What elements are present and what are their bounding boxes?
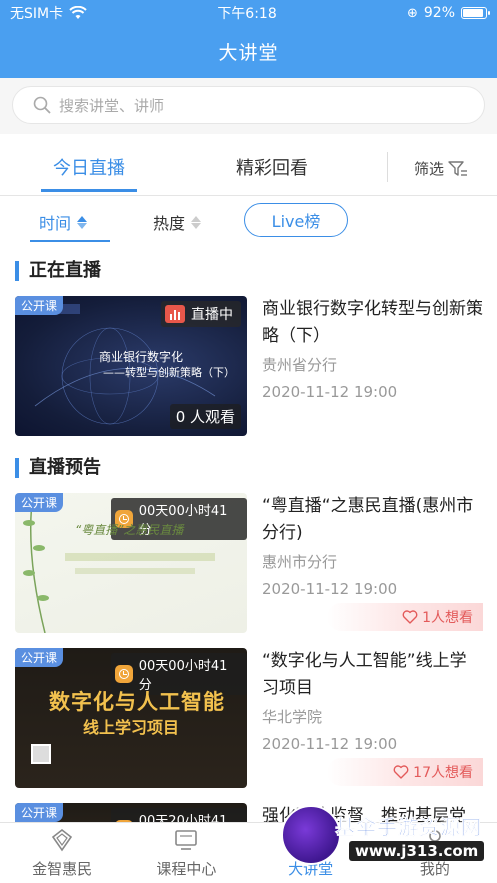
open-course-tag: 公开课 <box>15 803 64 822</box>
search-input[interactable]: 搜索讲堂、讲师 <box>12 86 485 124</box>
section-title-preview: 直播预告 <box>15 458 101 478</box>
tab-replay[interactable]: 精彩回看 <box>236 154 308 180</box>
filter-icon <box>448 160 468 176</box>
thumb-title: “粤直播”之惠民直播 <box>75 523 184 537</box>
wifi-icon <box>69 6 87 20</box>
open-course-tag: 公开课 <box>15 648 64 667</box>
clock-text: 下午6:18 <box>217 6 277 22</box>
tabbar-item-courses[interactable]: 课程中心 <box>124 823 248 883</box>
heart-icon <box>402 610 418 624</box>
sort-bar: 时间 热度 Live榜 <box>0 196 497 258</box>
card-time: 2020-11-12 19:00 <box>262 383 398 401</box>
tab-divider <box>387 152 388 182</box>
live-card-info: 商业银行数字化转型与创新策略（下） 贵州省分行 2020-11-12 19:00 <box>262 296 483 401</box>
viewer-count: 0 人观看 <box>169 404 241 429</box>
monitor-icon <box>172 827 200 853</box>
sort-time-label: 时间 <box>39 214 72 233</box>
tabbar-item-home[interactable]: 金智惠民 <box>0 823 124 883</box>
card-title[interactable]: “粤直播“之惠民直播(惠州市分行) <box>262 493 483 547</box>
sort-arrows-icon <box>191 215 202 229</box>
watermark-text: 基伞手游资源网 <box>335 815 482 840</box>
preview-thumbnail[interactable]: 公开课 00天00小时41分 数字化与人工智能 线上学习项目 <box>15 648 247 788</box>
heart-icon <box>393 765 409 779</box>
preview-card-info: “粤直播“之惠民直播(惠州市分行) 惠州市分行 2020-11-12 19:00 <box>262 493 483 598</box>
tab-today-live[interactable]: 今日直播 <box>41 154 137 192</box>
open-course-tag: 公开课 <box>15 493 64 512</box>
sort-underline <box>30 240 110 242</box>
search-area: 搜索讲堂、讲师 <box>0 78 497 134</box>
watermark-logo-icon <box>281 805 341 865</box>
card-org: 华北学院 <box>262 708 323 726</box>
want-to-watch-button[interactable]: 17人想看 <box>327 758 483 786</box>
battery-text: 92% <box>423 5 455 21</box>
card-title[interactable]: 商业银行数字化转型与创新策略（下） <box>262 296 483 350</box>
sort-heat-button[interactable]: 热度 <box>153 210 202 234</box>
tabbar-label: 金智惠民 <box>32 860 93 878</box>
battery-icon <box>461 7 490 19</box>
watermark-url: www.j313.com <box>349 841 485 861</box>
status-bar: 无SIM卡 下午6:18 ⊕ 92% <box>10 4 490 22</box>
sort-arrows-icon <box>77 215 88 229</box>
want-count: 1人想看 <box>422 610 473 626</box>
qr-code-icon <box>31 744 51 764</box>
preview-card-info: “数字化与人工智能”线上学习项目 华北学院 2020-11-12 19:00 <box>262 648 483 753</box>
live-card[interactable]: 公开课 直播中 商业银行数字化 ——转型与创新策略（下） 0 人观看 商业银行数… <box>15 296 483 436</box>
card-time: 2020-11-12 19:00 <box>262 735 398 753</box>
live-bars-icon <box>165 305 185 323</box>
tabbar-label: 课程中心 <box>156 860 217 878</box>
preview-card[interactable]: 公开课 00天00小时41分 数字化与人工智能 线上学习项目 “数字化与人工智能… <box>15 648 483 788</box>
section-title-live: 正在直播 <box>15 261 101 281</box>
page-title: 大讲堂 <box>218 42 279 64</box>
clock-icon <box>115 665 133 683</box>
preview-card[interactable]: 公开课 00天00小时41分 “粤直播”之惠民直播 “粤直播“之惠民直播(惠州市… <box>15 493 483 633</box>
sort-heat-label: 热度 <box>153 214 186 233</box>
tab-bar: 今日直播 精彩回看 筛选 <box>0 134 497 196</box>
card-title[interactable]: “数字化与人工智能”线上学习项目 <box>262 648 483 702</box>
leaf-logo-icon <box>48 827 76 853</box>
search-placeholder: 搜索讲堂、讲师 <box>59 96 165 115</box>
app-header: 无SIM卡 下午6:18 ⊕ 92% 大讲堂 <box>0 0 497 78</box>
watermark: 基伞手游资源网 www.j313.com <box>281 805 493 875</box>
carrier-text: 无SIM卡 <box>10 6 64 22</box>
live-badge-label: 直播中 <box>191 307 233 323</box>
orientation-lock-icon: ⊕ <box>406 5 418 21</box>
search-icon <box>33 96 51 114</box>
thumb-title-line1: 数字化与人工智能 <box>49 690 225 714</box>
want-to-watch-button[interactable]: 1人想看 <box>327 603 483 631</box>
thumb-title-line1: 商业银行数字化 <box>99 350 184 364</box>
open-course-tag: 公开课 <box>15 296 64 315</box>
want-count: 17人想看 <box>413 765 473 781</box>
sort-time-button[interactable]: 时间 <box>39 210 88 234</box>
card-org: 贵州省分行 <box>262 356 338 374</box>
filter-button[interactable]: 筛选 <box>414 158 468 179</box>
live-thumbnail[interactable]: 公开课 直播中 商业银行数字化 ——转型与创新策略（下） 0 人观看 <box>15 296 247 436</box>
card-org: 惠州市分行 <box>262 553 338 571</box>
live-rank-button[interactable]: Live榜 <box>244 203 348 237</box>
filter-label: 筛选 <box>414 160 445 178</box>
thumb-title-line2: 线上学习项目 <box>83 718 180 737</box>
thumb-title-line2: ——转型与创新策略（下） <box>103 366 235 379</box>
card-time: 2020-11-12 19:00 <box>262 580 398 598</box>
live-status-badge: 直播中 <box>161 301 241 327</box>
preview-thumbnail[interactable]: 公开课 00天00小时41分 “粤直播”之惠民直播 <box>15 493 247 633</box>
